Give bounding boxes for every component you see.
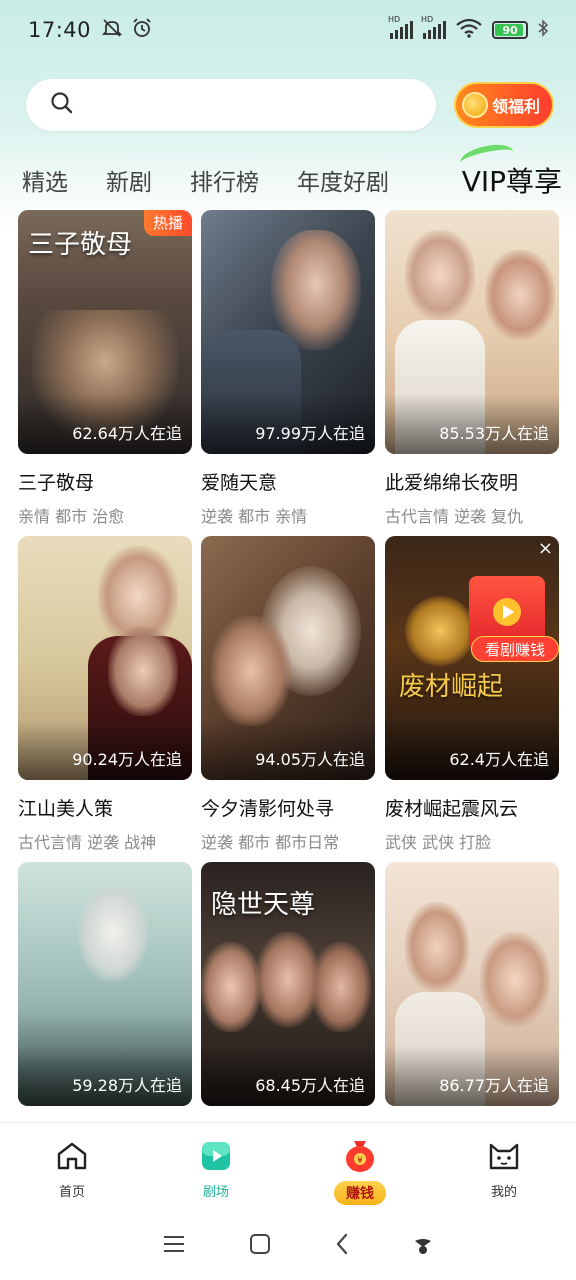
drama-poster[interactable]: 隐世天尊 68.45万人在追 xyxy=(201,862,375,1106)
follower-count: 85.53万人在追 xyxy=(439,424,549,443)
nav-theater[interactable]: 剧场 xyxy=(144,1123,288,1212)
drama-title: 此爱绵绵长夜明 xyxy=(385,472,519,494)
drama-tags: 古代言情 逆袭 战神 xyxy=(18,833,157,852)
search-row: 领福利 xyxy=(26,78,556,132)
drama-title: 废材崛起震风云 xyxy=(385,798,519,820)
nav-home[interactable]: 首页 xyxy=(0,1123,144,1212)
drama-poster[interactable]: 94.05万人在追 xyxy=(201,536,375,780)
nav-earn-label: 赚钱 xyxy=(334,1181,386,1205)
welfare-label: 领福利 xyxy=(492,97,541,116)
hot-badge: 热播 xyxy=(144,210,192,236)
status-time: 17:40 xyxy=(28,18,92,42)
home-square-icon[interactable] xyxy=(249,1233,271,1259)
theater-icon xyxy=(200,1141,232,1175)
drama-title: 三子敬母 xyxy=(18,472,95,494)
drama-poster[interactable]: 废材崛起 看剧赚钱 × 62.4万人在追 xyxy=(385,536,559,780)
back-icon[interactable] xyxy=(335,1233,349,1259)
tab-featured[interactable]: 精选 xyxy=(22,163,68,197)
coin-icon xyxy=(462,92,488,118)
poster-title: 三子敬母 xyxy=(28,230,133,260)
tab-annual-best[interactable]: 年度好剧 xyxy=(297,163,389,197)
drama-card[interactable]: 废材崛起 看剧赚钱 × 62.4万人在追 废材崛起震风云 武侠 武侠 打脸 xyxy=(385,536,559,853)
drama-card[interactable]: 97.99万人在追 爱随天意 逆袭 都市 亲情 xyxy=(201,210,375,527)
follower-count: 86.77万人在追 xyxy=(439,1076,549,1095)
nav-earn[interactable]: ¥ 赚钱 xyxy=(288,1123,432,1212)
bottom-nav: 首页 剧场 ¥ 赚钱 我的 xyxy=(0,1122,576,1212)
poster-title: 隐世天尊 xyxy=(211,890,316,920)
nav-profile[interactable]: 我的 xyxy=(432,1123,576,1212)
search-icon xyxy=(50,91,74,119)
drama-tags: 武侠 武侠 打脸 xyxy=(385,833,492,852)
drama-poster[interactable]: 85.53万人在追 xyxy=(385,210,559,454)
follower-count: 59.28万人在追 xyxy=(72,1076,182,1095)
drama-poster[interactable]: 90.24万人在追 xyxy=(18,536,192,780)
drama-tags: 逆袭 都市 都市日常 xyxy=(201,833,340,852)
close-icon[interactable]: × xyxy=(538,540,553,558)
drama-poster[interactable]: 59.28万人在追 xyxy=(18,862,192,1106)
signal-hd-icon: HD xyxy=(421,15,446,39)
money-bag-icon: ¥ xyxy=(338,1137,382,1177)
search-input[interactable] xyxy=(26,79,436,131)
drama-tags: 逆袭 都市 亲情 xyxy=(201,507,308,526)
home-icon xyxy=(56,1141,88,1175)
follower-count: 94.05万人在追 xyxy=(255,750,365,769)
drama-title: 今夕清影何处寻 xyxy=(201,798,335,820)
drama-card[interactable]: 90.24万人在追 江山美人策 古代言情 逆袭 战神 xyxy=(18,536,192,853)
drama-poster[interactable]: 三子敬母 热播 62.64万人在追 xyxy=(18,210,192,454)
follower-count: 62.64万人在追 xyxy=(72,424,182,443)
drama-tags: 亲情 都市 治愈 xyxy=(18,507,125,526)
drama-poster[interactable]: 97.99万人在追 xyxy=(201,210,375,454)
signal-hd-icon: HD xyxy=(388,15,413,39)
follower-count: 62.4万人在追 xyxy=(449,750,549,769)
cat-face-icon xyxy=(487,1141,521,1175)
system-nav-bar xyxy=(0,1212,576,1280)
wifi-icon xyxy=(456,18,482,42)
menu-icon[interactable] xyxy=(162,1234,186,1258)
assistant-icon[interactable] xyxy=(412,1233,434,1259)
drama-poster[interactable]: 86.77万人在追 xyxy=(385,862,559,1106)
drama-title: 江山美人策 xyxy=(18,798,114,820)
drama-card[interactable]: 94.05万人在追 今夕清影何处寻 逆袭 都市 都市日常 xyxy=(201,536,375,853)
drama-card[interactable]: 86.77万人在追 xyxy=(385,862,559,1106)
nav-home-label: 首页 xyxy=(58,1185,85,1200)
poster-title: 废材崛起 xyxy=(399,672,504,702)
drama-card[interactable]: 隐世天尊 68.45万人在追 xyxy=(201,862,375,1106)
category-tabs: 精选 新剧 排行榜 年度好剧 VIP尊享 xyxy=(22,140,562,210)
drama-tags: 古代言情 逆袭 复仇 xyxy=(385,507,524,526)
mute-icon xyxy=(101,17,123,43)
nav-theater-label: 剧场 xyxy=(202,1185,229,1200)
follower-count: 68.45万人在追 xyxy=(255,1076,365,1095)
drama-card[interactable]: 85.53万人在追 此爱绵绵长夜明 古代言情 逆袭 复仇 xyxy=(385,210,559,527)
svg-text:¥: ¥ xyxy=(357,1156,363,1166)
drama-card[interactable]: 三子敬母 热播 62.64万人在追 三子敬母 亲情 都市 治愈 xyxy=(18,210,192,527)
battery-icon: 90 xyxy=(492,21,528,39)
follower-count: 97.99万人在追 xyxy=(255,424,365,443)
watch-earn-button[interactable]: 看剧赚钱 xyxy=(471,636,559,662)
tab-vip[interactable]: VIP尊享 xyxy=(457,140,562,200)
welfare-button[interactable]: 领福利 xyxy=(454,82,554,128)
tab-ranking[interactable]: 排行榜 xyxy=(190,163,259,197)
drama-title: 爱随天意 xyxy=(201,472,278,494)
status-bar: 17:40 HD HD 90 xyxy=(0,0,576,60)
follower-count: 90.24万人在追 xyxy=(72,750,182,769)
drama-card[interactable]: 59.28万人在追 xyxy=(18,862,192,1106)
bluetooth-icon xyxy=(538,19,549,41)
battery-level: 90 xyxy=(502,23,518,37)
nav-profile-label: 我的 xyxy=(490,1185,517,1200)
tab-new[interactable]: 新剧 xyxy=(106,163,152,197)
alarm-icon xyxy=(131,17,153,43)
